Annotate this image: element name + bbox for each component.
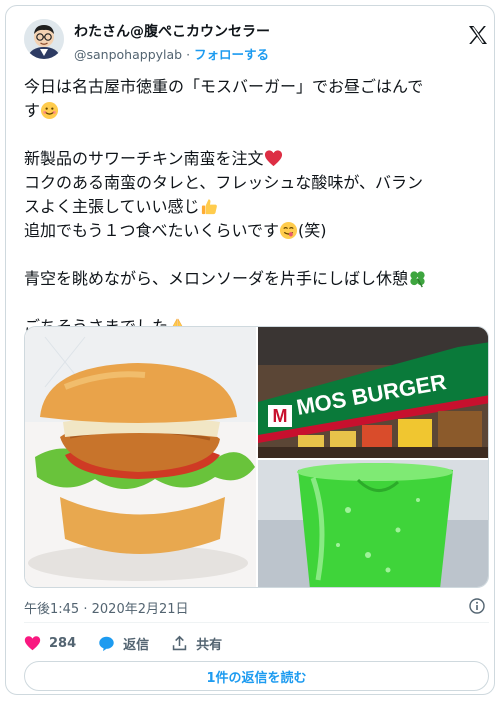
melon-soda-photo[interactable]: [258, 460, 489, 588]
tweet-line-2: す: [24, 101, 41, 120]
timestamp-time[interactable]: 午後1:45: [24, 602, 79, 617]
tweet-line-3: 新製品のサワーチキン南蛮を注文: [24, 149, 264, 168]
mos-burger-storefront-photo[interactable]: M MOS BURGER: [258, 327, 489, 458]
timestamp-separator: ·: [83, 602, 88, 617]
tweet-line-7: 青空を眺めながら、メロンソーダを片手にしばし休憩: [24, 269, 409, 288]
tweet-text: 今日は名古屋市徳重の「モスバーガー」でお昼ごはんで す 新製品のサワーチキン南蛮…: [24, 75, 494, 339]
like-button[interactable]: 284: [24, 635, 76, 652]
tweet-line-5: スよく主張していい感じ: [24, 197, 200, 216]
reply-bubble-icon: [99, 636, 114, 651]
tweet-line-1: 今日は名古屋市徳重の「モスバーガー」でお昼ごはんで: [24, 77, 424, 96]
heart-icon: [24, 635, 41, 650]
info-icon[interactable]: [469, 598, 485, 614]
tweet-card: わたさん@腹ぺこカウンセラー @sanpohappylab · フォローする 今…: [5, 5, 495, 695]
tweet-line-4: コクのある南蛮のタレと、フレッシュな酸味が、バラン: [24, 173, 424, 192]
avatar-illustration: [24, 19, 64, 59]
share-button[interactable]: 共有: [171, 634, 222, 653]
author-name[interactable]: わたさん@腹ぺこカウンセラー: [74, 21, 270, 41]
tweet-line-6-suffix: (笑): [298, 221, 327, 240]
action-bar: 284 返信 共有: [24, 632, 244, 654]
read-replies-button[interactable]: 1件の返信を読む: [24, 661, 489, 691]
mos-sign-mark: M: [273, 406, 288, 426]
media-grid: M MOS BURGER: [24, 326, 489, 588]
tweet-line-6: 追加でもう１つ食べたいくらいです: [24, 221, 280, 240]
author-handle-row: @sanpohappylab · フォローする: [74, 44, 269, 63]
avatar[interactable]: [24, 19, 64, 59]
handle-separator: ·: [186, 47, 191, 62]
yum-emoji-icon: [279, 221, 298, 240]
thumbs-up-emoji-icon: [201, 199, 217, 215]
share-icon: [172, 635, 187, 650]
timestamp-row: 午後1:45 · 2020年2月21日: [24, 598, 189, 617]
reply-button[interactable]: 返信: [98, 634, 149, 653]
divider: [24, 622, 489, 623]
four-leaf-clover-emoji-icon: [410, 271, 425, 288]
x-logo-icon[interactable]: [466, 23, 490, 47]
follow-link[interactable]: フォローする: [194, 47, 269, 62]
author-handle[interactable]: @sanpohappylab: [74, 47, 182, 62]
timestamp-date[interactable]: 2020年2月21日: [92, 602, 189, 617]
smile-emoji-icon: [40, 101, 59, 120]
burger-photo[interactable]: [25, 327, 256, 588]
like-count: 284: [49, 635, 77, 651]
red-heart-emoji-icon: [264, 150, 282, 167]
share-label: 共有: [196, 637, 223, 653]
reply-label: 返信: [123, 637, 150, 653]
